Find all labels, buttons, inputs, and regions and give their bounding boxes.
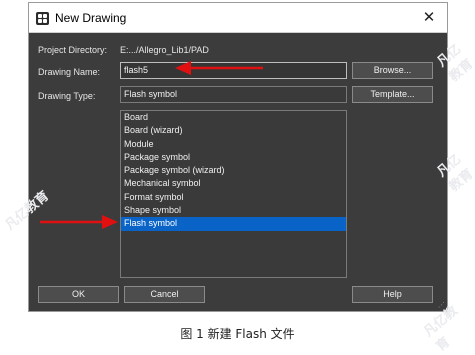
project-directory-value: E:.../Allegro_Lib1/PAD [120,45,209,55]
dialog-title: New Drawing [55,11,127,25]
list-item[interactable]: Board [121,111,346,124]
figure-caption: 图 1 新建 Flash 文件 [180,327,295,341]
ok-button[interactable]: OK [38,286,119,303]
cancel-button[interactable]: Cancel [124,286,205,303]
list-item[interactable]: Shape symbol [121,204,346,217]
help-button[interactable]: Help [352,286,433,303]
template-button[interactable]: Template... [352,86,433,103]
drawing-type-value: Flash symbol [124,89,178,99]
close-icon[interactable]: ✕ [419,8,439,28]
drawing-type-field[interactable]: Flash symbol [120,86,347,103]
list-item[interactable]: Board (wizard) [121,124,346,137]
drawing-type-label: Drawing Type: [38,91,96,101]
list-item[interactable]: Module [121,138,346,151]
drawing-name-label: Drawing Name: [38,67,101,77]
title-bar: New Drawing ✕ [29,3,447,33]
annotation-arrow-name [175,61,263,75]
project-directory-label: Project Directory: [38,45,108,55]
drawing-type-list[interactable]: Board Board (wizard) Module Package symb… [120,110,347,278]
drawing-name-value: flash5 [124,65,149,75]
list-item-selected[interactable]: Flash symbol [121,217,346,231]
annotation-arrow-flash [40,215,118,229]
list-item[interactable]: Format symbol [121,191,346,204]
new-drawing-dialog: New Drawing ✕ Project Directory: E:.../A… [28,2,448,312]
allegro-app-icon [36,12,49,25]
list-item[interactable]: Mechanical symbol [121,177,346,190]
list-item[interactable]: Package symbol (wizard) [121,164,346,177]
list-item[interactable]: Package symbol [121,151,346,164]
browse-button[interactable]: Browse... [352,62,433,79]
